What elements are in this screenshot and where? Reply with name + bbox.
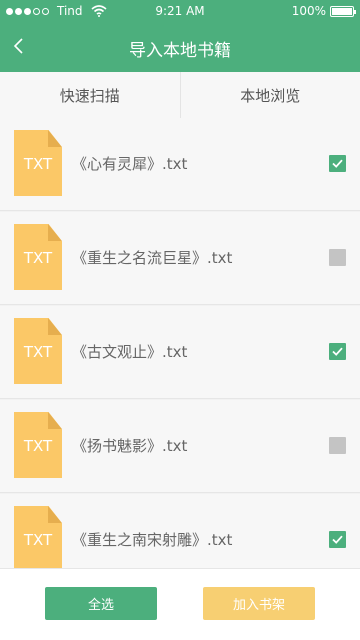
txt-file-icon: TXT bbox=[14, 412, 62, 478]
file-list: TXT 《心有灵犀》.txt TXT 《重生之名流巨星》.txt TXT 《古文… bbox=[0, 118, 360, 568]
txt-file-icon: TXT bbox=[14, 130, 62, 196]
header: Tind 9:21 AM 100% 导入本地书籍 bbox=[0, 0, 360, 72]
add-to-shelf-button[interactable]: 加入书架 bbox=[203, 587, 315, 620]
file-item[interactable]: TXT 《重生之南宋射雕》.txt bbox=[0, 494, 360, 568]
select-all-button[interactable]: 全选 bbox=[45, 587, 157, 620]
txt-file-icon: TXT bbox=[14, 506, 62, 568]
txt-file-icon-label: TXT bbox=[14, 437, 62, 455]
file-item[interactable]: TXT 《重生之名流巨星》.txt bbox=[0, 212, 360, 305]
file-checkbox[interactable] bbox=[329, 437, 346, 454]
txt-file-icon: TXT bbox=[14, 224, 62, 290]
file-checkbox[interactable] bbox=[329, 155, 346, 172]
bottom-action-bar: 全选 加入书架 bbox=[0, 568, 360, 640]
file-item[interactable]: TXT 《扬书魅影》.txt bbox=[0, 400, 360, 493]
file-item[interactable]: TXT 《古文观止》.txt bbox=[0, 306, 360, 399]
battery-icon bbox=[330, 6, 354, 17]
txt-file-icon: TXT bbox=[14, 318, 62, 384]
tab-bar: 快速扫描 本地浏览 bbox=[0, 72, 360, 119]
file-name: 《古文观止》.txt bbox=[72, 341, 187, 362]
nav-bar: 导入本地书籍 bbox=[0, 24, 360, 72]
txt-file-icon-label: TXT bbox=[14, 249, 62, 267]
status-right: 100% bbox=[292, 4, 354, 18]
file-checkbox[interactable] bbox=[329, 343, 346, 360]
tab-local-browse[interactable]: 本地浏览 bbox=[180, 72, 360, 118]
checkmark-icon bbox=[331, 533, 344, 546]
file-name: 《扬书魅影》.txt bbox=[72, 435, 187, 456]
txt-file-icon-label: TXT bbox=[14, 155, 62, 173]
file-name: 《重生之名流巨星》.txt bbox=[72, 247, 232, 268]
file-name: 《心有灵犀》.txt bbox=[72, 153, 187, 174]
battery-percent: 100% bbox=[292, 4, 326, 18]
checkmark-icon bbox=[331, 345, 344, 358]
page-title: 导入本地书籍 bbox=[0, 36, 360, 61]
file-item[interactable]: TXT 《心有灵犀》.txt bbox=[0, 118, 360, 211]
status-bar: Tind 9:21 AM 100% bbox=[0, 0, 360, 24]
file-name: 《重生之南宋射雕》.txt bbox=[72, 529, 232, 550]
tab-quick-scan[interactable]: 快速扫描 bbox=[0, 72, 180, 118]
txt-file-icon-label: TXT bbox=[14, 343, 62, 361]
file-checkbox[interactable] bbox=[329, 249, 346, 266]
checkmark-icon bbox=[331, 157, 344, 170]
txt-file-icon-label: TXT bbox=[14, 531, 62, 549]
file-checkbox[interactable] bbox=[329, 531, 346, 548]
